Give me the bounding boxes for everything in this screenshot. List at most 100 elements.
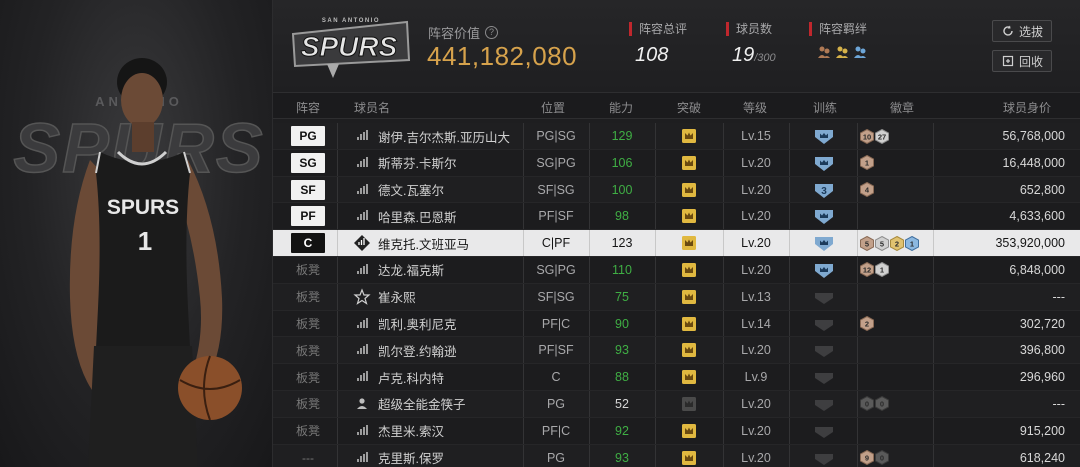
table-row[interactable]: SF 德文.瓦塞尔 SF|SG 100 Lv.20 3 4 652,800 [273, 176, 1080, 204]
column-divider [789, 417, 790, 444]
training-icon[interactable] [813, 230, 835, 256]
lineup-slot[interactable]: 板凳 [291, 394, 325, 414]
player-badges[interactable]: 12 1 [860, 257, 889, 283]
lineup-slot[interactable]: 板凳 [291, 421, 325, 441]
table-row[interactable]: 板凳 达龙.福克斯 SG|PG 110 Lv.20 12 1 6,848,000 [273, 256, 1080, 284]
player-badges[interactable]: 10 27 [860, 123, 889, 149]
player-badges[interactable]: 90 [860, 445, 889, 467]
lineup-slot[interactable]: 板凳 [291, 314, 325, 334]
bond-blue-icon[interactable] [853, 45, 867, 59]
player-name[interactable]: 杰里米.索汉 [378, 418, 444, 444]
player-position: C|PF [541, 236, 571, 251]
player-badges[interactable]: 00 [860, 391, 889, 417]
lineup-slot[interactable]: --- [291, 448, 325, 467]
breakthrough-crown-icon[interactable] [681, 418, 697, 444]
table-row[interactable]: 板凳 崔永熙 SF|SG 75 Lv.13 --- [273, 283, 1080, 311]
person-icon [353, 391, 371, 417]
player-badges[interactable]: 4 [860, 177, 874, 203]
player-badges[interactable]: 1 [860, 150, 874, 176]
training-icon[interactable] [813, 391, 835, 417]
player-name[interactable]: 哈里森.巴恩斯 [378, 203, 456, 229]
training-icon[interactable] [813, 337, 835, 363]
breakthrough-crown-icon[interactable] [681, 284, 697, 310]
player-name[interactable]: 超级全能金筷子 [378, 391, 466, 417]
breakthrough-crown-icon[interactable] [681, 230, 697, 256]
breakthrough-crown-icon[interactable] [681, 311, 697, 337]
training-icon[interactable] [813, 311, 835, 337]
table-row[interactable]: 板凳 卢克.科内特 C 88 Lv.9 296,960 [273, 364, 1080, 391]
lineup-slot[interactable]: 板凳 [291, 260, 325, 280]
column-divider [723, 337, 724, 364]
bond-gold-icon[interactable] [835, 45, 849, 59]
player-name[interactable]: 凯利.奥利尼克 [378, 311, 456, 337]
breakthrough-crown-icon[interactable] [681, 445, 697, 467]
breakthrough-crown-icon[interactable] [681, 150, 697, 176]
select-button[interactable]: 选拔 [992, 20, 1052, 42]
table-row[interactable]: 板凳 杰里米.索汉 PF|C 92 Lv.20 915,200 [273, 417, 1080, 445]
col-training[interactable]: 训练 [813, 99, 837, 116]
player-name[interactable]: 凯尔登.约翰逊 [378, 337, 456, 363]
col-badges[interactable]: 徽章 [890, 99, 914, 116]
training-icon[interactable] [813, 150, 835, 176]
table-row[interactable]: PF 哈里森.巴恩斯 PF|SF 98 Lv.20 4,633,600 [273, 203, 1080, 231]
lineup-slot[interactable]: 板凳 [291, 340, 325, 360]
player-name[interactable]: 崔永熙 [378, 284, 416, 310]
player-name[interactable]: 克里斯.保罗 [378, 445, 444, 467]
breakthrough-crown-icon[interactable] [681, 364, 697, 390]
player-level: Lv.20 [741, 209, 771, 224]
training-icon[interactable] [813, 418, 835, 444]
column-divider [789, 176, 790, 203]
breakthrough-crown-icon[interactable] [681, 391, 697, 417]
table-row[interactable]: PG 谢伊.吉尔杰斯.亚历山大 PG|SG 129 Lv.15 10 27 56,768,00… [273, 123, 1080, 150]
training-icon[interactable] [813, 203, 835, 229]
table-row[interactable]: 板凳 超级全能金筷子 PG 52 Lv.20 0 0 --- [273, 390, 1080, 418]
bond-bronze-icon[interactable] [817, 45, 831, 59]
lineup-slot[interactable]: SF [291, 179, 325, 200]
lineup-slot[interactable]: PF [291, 206, 325, 227]
table-row[interactable]: --- 克里斯.保罗 PG 93 Lv.20 9 0 618,240 [273, 444, 1080, 467]
training-icon[interactable] [813, 123, 835, 149]
training-icon[interactable] [813, 284, 835, 310]
lineup-slot[interactable]: C [291, 233, 325, 254]
player-level: Lv.20 [741, 155, 771, 170]
player-badges[interactable]: 5 5 2 1 [860, 230, 919, 256]
table-row[interactable]: 板凳 凯尔登.约翰逊 PF|SF 93 Lv.20 396,800 [273, 337, 1080, 365]
col-position[interactable]: 位置 [541, 99, 565, 116]
player-name[interactable]: 斯蒂芬.卡斯尔 [378, 150, 456, 176]
training-icon[interactable] [813, 257, 835, 283]
player-name[interactable]: 卢克.科内特 [378, 364, 444, 390]
recycle-button[interactable]: 回收 [992, 50, 1052, 72]
bond-icons[interactable] [809, 45, 867, 59]
player-badges[interactable]: 2 [860, 311, 874, 337]
breakthrough-crown-icon[interactable] [681, 257, 697, 283]
player-level: Lv.20 [741, 450, 771, 465]
training-icon[interactable] [813, 445, 835, 467]
breakthrough-crown-icon[interactable] [681, 337, 697, 363]
lineup-slot[interactable]: 板凳 [291, 367, 325, 387]
player-name[interactable]: 维克托.文班亚马 [378, 230, 469, 256]
player-name[interactable]: 谢伊.吉尔杰斯.亚历山大 [378, 123, 510, 149]
player-name[interactable]: 德文.瓦塞尔 [378, 177, 444, 203]
table-row[interactable]: 板凳 凯利.奥利尼克 PF|C 90 Lv.14 2 302,720 [273, 310, 1080, 338]
breakthrough-crown-icon[interactable] [681, 123, 697, 149]
table-row[interactable]: C 维克托.文班亚马 C|PF 123 Lv.20 5 5 2 1 353,920,000 [273, 230, 1080, 257]
help-icon[interactable]: ? [485, 26, 499, 39]
lineup-panel: SAN ANTONIO SPURS 阵容价值 ? 441,182,080 阵容总… [272, 0, 1080, 467]
player-name[interactable]: 达龙.福克斯 [378, 257, 444, 283]
training-icon[interactable] [813, 364, 835, 390]
col-value[interactable]: 球员身价 [1003, 99, 1051, 116]
breakthrough-crown-icon[interactable] [681, 203, 697, 229]
col-lineup[interactable]: 阵容 [296, 99, 320, 116]
col-level[interactable]: 等级 [743, 99, 767, 116]
lineup-slot[interactable]: SG [291, 152, 325, 173]
column-divider [337, 203, 338, 230]
training-icon[interactable]: 3 [813, 177, 835, 203]
col-breakthrough[interactable]: 突破 [677, 99, 701, 116]
breakthrough-crown-icon[interactable] [681, 177, 697, 203]
column-divider [789, 123, 790, 149]
table-row[interactable]: SG 斯蒂芬.卡斯尔 SG|PG 106 Lv.20 1 16,448,000 [273, 149, 1080, 177]
lineup-slot[interactable]: 板凳 [291, 287, 325, 307]
col-player-name[interactable]: 球员名 [354, 99, 390, 116]
lineup-slot[interactable]: PG [291, 126, 325, 146]
col-ability[interactable]: 能力 [609, 99, 633, 116]
